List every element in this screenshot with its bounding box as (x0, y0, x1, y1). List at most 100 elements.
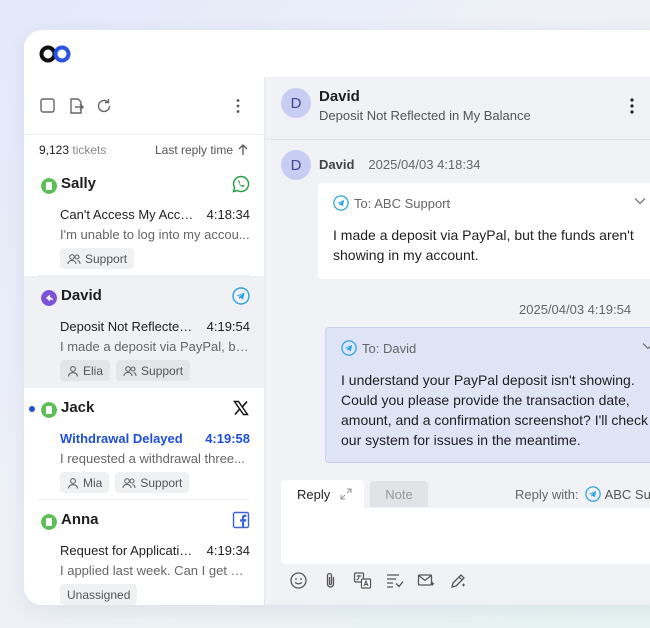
ticket-tags: Mia Support (60, 472, 190, 494)
tag-label: Unassigned (67, 587, 131, 602)
ticket-tags: Support (60, 248, 135, 270)
message-timestamp: 2025/04/03 4:19:54 (519, 302, 632, 317)
sidebar-toolbar (24, 77, 264, 135)
ticket-name: Sally (61, 175, 97, 192)
reply-channel-selector[interactable]: Reply with: ABC Support (515, 486, 650, 502)
ticket-time: 4:19:58 (205, 431, 250, 446)
conversation-name: David (319, 88, 360, 105)
emoji-icon[interactable] (289, 571, 308, 590)
ticket-sidebar: 9,123 tickets Last reply time Sally Can'… (24, 77, 264, 605)
ticket-count-number: 9,123 (39, 143, 70, 157)
ticket-item-jack[interactable]: Jack Withdrawal Delayed 4:19:58 I reques… (24, 388, 264, 500)
brand-logo[interactable] (39, 44, 73, 64)
ticket-count: 9,123 tickets Last reply time (39, 143, 249, 161)
tag-label: Support (85, 251, 128, 266)
telegram-icon (232, 287, 250, 305)
reply-input[interactable] (281, 508, 650, 564)
expand-icon[interactable] (340, 488, 352, 500)
more-options-icon[interactable] (229, 97, 247, 115)
message-recipient: To: ABC Support (333, 195, 450, 211)
tab-note[interactable]: Note (370, 481, 428, 507)
ticket-count-suffix: tickets (72, 143, 107, 157)
telegram-icon (341, 340, 357, 356)
assignee-tag: Mia (60, 472, 110, 493)
ticket-preview: I applied last week. Can I get an... (60, 563, 250, 578)
team-tag: Support (60, 248, 135, 269)
tag-label: Support (141, 363, 184, 378)
tag-label: Mia (83, 475, 103, 490)
sort-label: Last reply time (154, 143, 233, 157)
group-icon (122, 477, 136, 488)
ticket-subject: Can't Access My Acco... (60, 207, 196, 222)
reply-composer: Reply Note Reply with: ABC Support (281, 480, 650, 605)
ticket-tags: Elia Support (60, 360, 191, 382)
tag-label: Support (140, 475, 183, 490)
translate-icon[interactable] (353, 571, 372, 590)
ticket-subject: Withdrawal Delayed (60, 431, 183, 446)
ticket-preview: I'm unable to log into my accou... (60, 227, 250, 242)
assignee-tag: Unassigned (60, 584, 138, 605)
ticket-item-anna[interactable]: Anna Request for Applicatio... 4:19:34 I… (24, 500, 264, 605)
tag-label: Elia (83, 363, 104, 378)
conversation-panel: D David Deposit Not Reflected in My Bala… (264, 77, 650, 605)
chevron-down-icon[interactable] (634, 197, 646, 205)
message-meta: David 2025/04/03 4:18:34 (319, 157, 480, 172)
unread-dot (29, 406, 35, 412)
team-tag: Support (115, 472, 190, 493)
app-window: 9,123 tickets Last reply time Sally Can'… (24, 30, 650, 605)
attachment-icon[interactable] (321, 571, 340, 590)
reply-channel-name: ABC Support (604, 486, 650, 502)
divider (265, 139, 650, 140)
reply-with-label: Reply with: (515, 486, 579, 502)
message-body: I made a deposit via PayPal, but the fun… (333, 227, 634, 263)
avatar: D (281, 150, 311, 180)
message-timestamp: 2025/04/03 4:18:34 (368, 157, 481, 172)
top-bar (24, 30, 650, 77)
tab-reply[interactable]: Reply (281, 480, 364, 508)
ticket-name: David (61, 287, 102, 304)
ai-email-icon[interactable] (417, 571, 436, 590)
sort-control[interactable]: Last reply time (155, 143, 249, 157)
ticket-item-sally[interactable]: Sally Can't Access My Acco... 4:18:34 I'… (24, 164, 264, 276)
team-tag: Support (116, 360, 191, 381)
status-open-icon (41, 402, 57, 418)
chevron-down-icon[interactable] (642, 342, 650, 350)
facebook-icon (232, 511, 250, 529)
ticket-preview: I made a deposit via PayPal, bu... (60, 339, 250, 354)
ticket-time: 4:19:34 (206, 543, 250, 558)
ai-write-icon[interactable] (449, 571, 468, 590)
telegram-icon (333, 195, 349, 211)
group-icon (123, 365, 137, 376)
tab-label: Reply (297, 487, 331, 502)
status-open-icon (41, 178, 57, 194)
whatsapp-icon (232, 175, 250, 193)
ticket-preview: I requested a withdrawal three... (60, 451, 245, 466)
person-icon (67, 365, 79, 377)
export-icon[interactable] (67, 97, 85, 115)
ticket-name: Jack (61, 399, 95, 416)
template-icon[interactable] (385, 571, 404, 590)
ticket-item-david[interactable]: David Deposit Not Reflected... 4:19:54 I… (24, 276, 264, 388)
refresh-icon[interactable] (95, 97, 113, 115)
composer-toolbar (289, 571, 468, 590)
ticket-time: 4:19:54 (206, 319, 250, 334)
arrow-up-icon (238, 144, 248, 155)
person-icon (67, 477, 79, 489)
group-icon (67, 253, 81, 264)
telegram-icon (584, 486, 601, 502)
message-body: I understand your PayPal deposit isn't s… (341, 372, 648, 448)
more-options-icon[interactable] (629, 97, 635, 115)
ticket-time: 4:18:34 (206, 207, 250, 222)
incoming-message: To: ABC Support I made a deposit via Pay… (318, 183, 650, 279)
message-sender: David (319, 157, 355, 172)
ticket-tags: Unassigned (60, 584, 138, 605)
message-recipient: To: David (341, 340, 416, 356)
select-all-checkbox[interactable] (39, 97, 57, 115)
recipient-label: To: David (362, 340, 417, 356)
ticket-subject: Request for Applicatio... (60, 543, 196, 558)
recipient-label: To: ABC Support (354, 195, 451, 211)
conversation-subject: Deposit Not Reflected in My Balance (319, 108, 531, 123)
ticket-subject: Deposit Not Reflected... (60, 319, 196, 334)
x-icon (233, 400, 249, 416)
assignee-tag: Elia (60, 360, 111, 381)
